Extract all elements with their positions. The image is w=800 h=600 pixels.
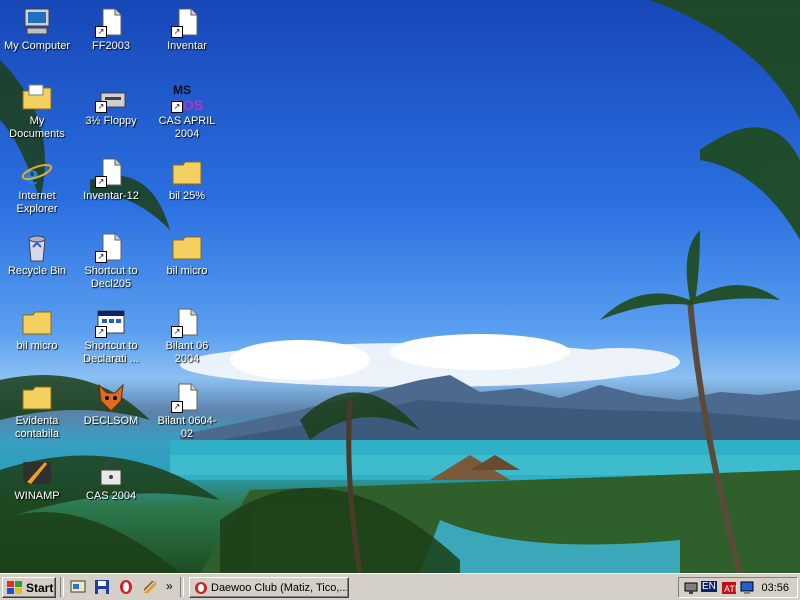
start-button[interactable]: Start: [2, 577, 56, 598]
shortcut-arrow-icon: ↗: [171, 101, 183, 113]
start-label: Start: [26, 581, 54, 595]
svg-text:e: e: [25, 158, 38, 188]
shortcut-file-icon: ↗: [171, 306, 203, 338]
desktop-icon[interactable]: CAS 2004: [74, 456, 148, 503]
taskbar: Start » Daewoo Club (Matiz, Tico,... EN: [0, 573, 800, 600]
shortcut-arrow-icon: ↗: [95, 251, 107, 263]
recycle-bin-icon: [21, 231, 53, 263]
desktop-icon[interactable]: ↗ Bilant 06 2004: [150, 306, 224, 366]
desktop-icon-label: WINAMP: [14, 490, 60, 502]
desktop-icon[interactable]: ↗ FF2003: [74, 6, 148, 53]
folder-icon: [171, 156, 203, 188]
windows-logo-icon: [7, 581, 22, 594]
quicklaunch-more-chevron[interactable]: »: [166, 579, 173, 593]
winamp-quicklaunch-icon[interactable]: [142, 579, 158, 595]
desktop-icon-label: Inventar: [167, 40, 207, 52]
desktop-icon[interactable]: bil 25%: [150, 156, 224, 203]
desktop-icon-label: Bilant 06 2004: [165, 340, 209, 365]
desktop-icon-label: bil 25%: [168, 190, 206, 202]
shortcut-arrow-icon: ↗: [95, 326, 107, 338]
desktop-icon[interactable]: bil micro: [0, 306, 74, 353]
desktop-icon[interactable]: e Internet Explorer: [0, 156, 74, 216]
desktop-icon-label: CAS APRIL 2004: [158, 115, 216, 140]
desktop-icon[interactable]: ↗ Inventar-12: [74, 156, 148, 203]
my-computer-icon: [21, 6, 53, 38]
system-tray: EN ATI 03:56: [678, 577, 798, 598]
internet-explorer-icon: e: [21, 156, 53, 191]
folder-icon: [171, 231, 203, 263]
desktop-icon-label: FF2003: [92, 40, 130, 52]
winamp-icon: [21, 456, 53, 488]
desktop-icon-label: Evidenta contabila: [14, 415, 60, 440]
desktop-icon[interactable]: WINAMP: [0, 456, 74, 503]
svg-text:MS: MS: [173, 83, 191, 97]
shortcut-file-icon: ↗: [95, 156, 127, 188]
desktop-icon-label: 3½ Floppy: [85, 115, 137, 127]
desktop-icon[interactable]: My Computer: [0, 6, 74, 53]
desktop-icon-label: bil micro: [166, 265, 208, 277]
desktop-icon-label: Inventar-12: [83, 190, 139, 202]
desktop-icon[interactable]: ↗ Bilant 0604-02: [150, 381, 224, 441]
cas-lock-icon: [95, 456, 127, 488]
display-settings-icon[interactable]: [739, 580, 755, 596]
clock[interactable]: 03:56: [761, 582, 789, 594]
taskbar-separator: [60, 577, 64, 597]
ati-icon[interactable]: ATI: [721, 580, 737, 596]
shortcut-arrow-icon: ↗: [95, 176, 107, 188]
desktop-icon[interactable]: ↗ Shortcut to Decl205: [74, 231, 148, 291]
desktop-icon-label: Bilant 0604-02: [157, 415, 217, 440]
shortcut-arrow-icon: ↗: [95, 26, 107, 38]
svg-text:ATI: ATI: [724, 584, 737, 594]
shortcut-arrow-icon: ↗: [171, 26, 183, 38]
ms-dos-icon: MS DOS ↗: [171, 81, 203, 113]
language-indicator[interactable]: EN: [701, 581, 717, 592]
desktop-icon-label: My Computer: [3, 40, 71, 52]
folder-icon: [21, 306, 53, 338]
desktop-icon[interactable]: ↗ 3½ Floppy: [74, 81, 148, 128]
desktop-icon-label: Shortcut to Declarati ...: [83, 340, 139, 365]
taskbar-separator: [180, 577, 184, 597]
network-icon[interactable]: [683, 580, 699, 596]
shortcut-file-icon: ↗: [171, 381, 203, 413]
desktop-icon-label: My Documents: [9, 115, 65, 140]
desktop-icon-label: Internet Explorer: [16, 190, 58, 215]
shortcut-file-icon: ↗: [95, 6, 127, 38]
shortcut-arrow-icon: ↗: [95, 101, 107, 113]
desktop-icon[interactable]: DECLSOM: [74, 381, 148, 428]
floppy-shortcut-icon: ↗: [95, 81, 127, 113]
shortcut-file-icon: ↗: [171, 6, 203, 38]
taskbar-window-title: Daewoo Club (Matiz, Tico,...: [211, 582, 347, 594]
desktop-icon[interactable]: Evidenta contabila: [0, 381, 74, 441]
desktop-icon-label: CAS 2004: [85, 490, 137, 502]
shortcut-arrow-icon: ↗: [171, 326, 183, 338]
opera-browser-icon[interactable]: [118, 579, 134, 595]
fox-icon: [95, 381, 127, 413]
folder-icon: [21, 381, 53, 413]
shortcut-arrow-icon: ↗: [171, 401, 183, 413]
desktop-icon[interactable]: MS DOS ↗ CAS APRIL 2004: [150, 81, 224, 141]
taskbar-window-button[interactable]: Daewoo Club (Matiz, Tico,...: [189, 577, 349, 598]
desktop-icon[interactable]: bil micro: [150, 231, 224, 278]
desktop-icon-label: bil micro: [16, 340, 58, 352]
save-disk-icon[interactable]: [94, 579, 110, 595]
desktop-icon[interactable]: Recycle Bin: [0, 231, 74, 278]
shortcut-file-icon: ↗: [95, 231, 127, 263]
program-shortcut-icon: ↗: [95, 306, 127, 338]
show-desktop-icon[interactable]: [70, 579, 86, 595]
desktop-icon[interactable]: ↗ Inventar: [150, 6, 224, 53]
desktop-icon[interactable]: ↗ Shortcut to Declarati ...: [74, 306, 148, 366]
my-documents-icon: [21, 81, 53, 113]
desktop-icon-label: Shortcut to Decl205: [84, 265, 138, 290]
opera-browser-icon: [195, 582, 207, 594]
desktop-icon-label: Recycle Bin: [7, 265, 67, 277]
desktop-icon[interactable]: My Documents: [0, 81, 74, 141]
desktop-icon-label: DECLSOM: [83, 415, 139, 427]
